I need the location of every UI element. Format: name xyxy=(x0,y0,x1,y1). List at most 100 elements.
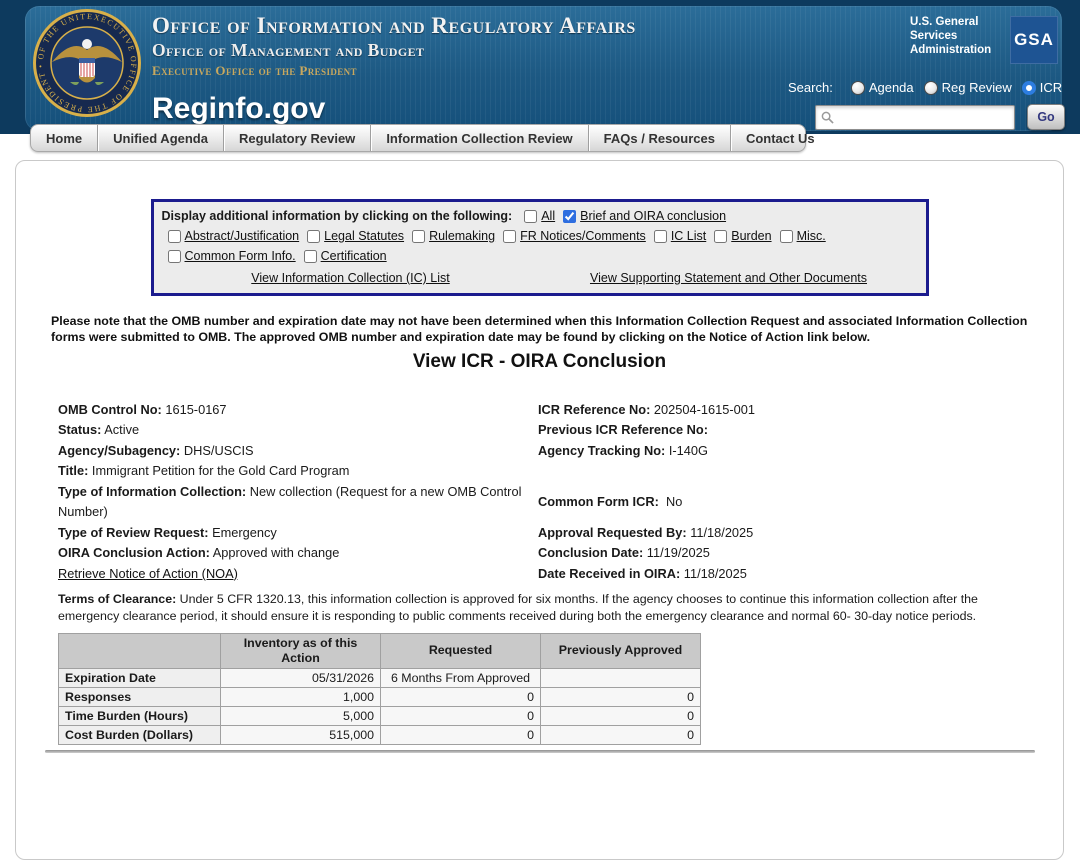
common-form-icr-value: No xyxy=(666,494,682,509)
checkbox-brief-oira-conclusion[interactable] xyxy=(563,210,576,223)
nav-item-faqs-resources[interactable]: FAQs / Resources xyxy=(588,125,730,151)
expiration-date-inventory: 05/31/2026 xyxy=(221,668,381,687)
search-radio-icr-label[interactable]: ICR xyxy=(1040,80,1062,95)
detail-row: Type of Information Collection: New coll… xyxy=(58,482,1045,523)
search-radio-reg-review-label[interactable]: Reg Review xyxy=(942,80,1012,95)
checkbox-abstract-justification-label[interactable]: Abstract/Justification xyxy=(185,226,300,246)
terms-of-clearance: Terms of Clearance: Under 5 CFR 1320.13,… xyxy=(58,591,1035,624)
type-of-review-request-value: Emergency xyxy=(212,525,277,540)
section-divider xyxy=(45,750,1035,753)
search-input[interactable] xyxy=(815,105,1015,130)
checkbox-fr-notices-comments[interactable] xyxy=(503,230,516,243)
agency-subagency-label: Agency/Subagency: xyxy=(58,443,180,458)
checkbox-fr-notices-comments-label[interactable]: FR Notices/Comments xyxy=(520,226,646,246)
search-icon xyxy=(821,111,834,124)
expiration-date-row-label: Expiration Date xyxy=(59,668,221,687)
search-scope-row: Search: Agenda Reg Review ICR xyxy=(788,80,1062,95)
icr-reference-no-value: 202504-1615-001 xyxy=(654,402,755,417)
search-radio-agenda-label[interactable]: Agenda xyxy=(869,80,914,95)
responses-row-label: Responses xyxy=(59,687,221,706)
gsa-logo[interactable]: GSA xyxy=(1010,16,1058,64)
search-radio-reg-review[interactable] xyxy=(924,81,938,95)
masthead: Office of Information and Regulatory Aff… xyxy=(152,13,636,126)
checkbox-common-form-info-label[interactable]: Common Form Info. xyxy=(185,246,296,266)
responses-previous: 0 xyxy=(541,687,701,706)
icr-details: OMB Control No: 1615-0167 ICR Reference … xyxy=(58,400,1045,585)
approval-requested-by-label: Approval Requested By: xyxy=(538,525,687,540)
nav-item-home[interactable]: Home xyxy=(31,125,97,151)
checkbox-all-label[interactable]: All xyxy=(541,206,555,226)
gsa-agency-name: U.S. General Services Administration xyxy=(910,16,1006,57)
checkbox-misc[interactable] xyxy=(780,230,793,243)
checkbox-brief-oira-conclusion-label[interactable]: Brief and OIRA conclusion xyxy=(580,206,726,226)
status-value: Active xyxy=(104,422,139,437)
checkbox-rulemaking[interactable] xyxy=(412,230,425,243)
detail-row: OMB Control No: 1615-0167 ICR Reference … xyxy=(58,400,1045,421)
nav-item-regulatory-review[interactable]: Regulatory Review xyxy=(223,125,370,151)
detail-row: OIRA Conclusion Action: Approved with ch… xyxy=(58,543,1045,564)
expiration-date-requested: 6 Months From Approved xyxy=(381,668,541,687)
office-line-3: Executive Office of the President xyxy=(152,63,636,79)
date-received-in-oira-value: 11/18/2025 xyxy=(684,566,747,581)
previous-icr-reference-no-label: Previous ICR Reference No: xyxy=(538,422,708,437)
site-logo-text[interactable]: Reginfo.gov xyxy=(152,92,636,126)
table-row: Cost Burden (Dollars) 515,000 0 0 xyxy=(59,725,701,744)
checkbox-certification-label[interactable]: Certification xyxy=(321,246,387,266)
checkbox-ic-list-label[interactable]: IC List xyxy=(671,226,706,246)
terms-of-clearance-label: Terms of Clearance: xyxy=(58,592,176,606)
table-row: Expiration Date 05/31/2026 6 Months From… xyxy=(59,668,701,687)
detail-row: Retrieve Notice of Action (NOA) Date Rec… xyxy=(58,564,1045,585)
burden-header-inventory: Inventory as of this Action xyxy=(221,634,381,669)
date-received-in-oira-label: Date Received in OIRA: xyxy=(538,566,680,581)
conclusion-date-label: Conclusion Date: xyxy=(538,545,643,560)
go-button[interactable]: Go xyxy=(1027,104,1065,130)
checkbox-common-form-info[interactable] xyxy=(168,250,181,263)
burden-header-blank xyxy=(59,634,221,669)
view-supporting-statement-link[interactable]: View Supporting Statement and Other Docu… xyxy=(590,271,867,285)
burden-table: Inventory as of this Action Requested Pr… xyxy=(58,633,701,745)
search-radio-agenda[interactable] xyxy=(851,81,865,95)
nav-bar: Home Unified Agenda Regulatory Review In… xyxy=(30,124,806,152)
page-title: View ICR - OIRA Conclusion xyxy=(16,351,1063,373)
burden-table-header-row: Inventory as of this Action Requested Pr… xyxy=(59,634,701,669)
checkbox-burden-label[interactable]: Burden xyxy=(731,226,771,246)
retrieve-noa-link[interactable]: Retrieve Notice of Action (NOA) xyxy=(58,566,238,581)
cost-burden-row-label: Cost Burden (Dollars) xyxy=(59,725,221,744)
cost-burden-inventory: 515,000 xyxy=(221,725,381,744)
view-ic-list-link[interactable]: View Information Collection (IC) List xyxy=(251,271,449,285)
burden-header-requested: Requested xyxy=(381,634,541,669)
nav-item-unified-agenda[interactable]: Unified Agenda xyxy=(97,125,223,151)
checkbox-abstract-justification[interactable] xyxy=(168,230,181,243)
checkbox-misc-label[interactable]: Misc. xyxy=(797,226,826,246)
nav-item-contact-us[interactable]: Contact Us xyxy=(730,125,830,151)
agency-subagency-value: DHS/USCIS xyxy=(184,443,254,458)
checkbox-legal-statutes-label[interactable]: Legal Statutes xyxy=(324,226,404,246)
oira-conclusion-action-label: OIRA Conclusion Action: xyxy=(58,545,210,560)
omb-control-no-value: 1615-0167 xyxy=(165,402,226,417)
expiration-date-previous xyxy=(541,668,701,687)
icr-reference-no-label: ICR Reference No: xyxy=(538,402,650,417)
cost-burden-previous: 0 xyxy=(541,725,701,744)
cost-burden-requested: 0 xyxy=(381,725,541,744)
office-line-2: Office of Management and Budget xyxy=(152,40,636,61)
search-label: Search: xyxy=(788,80,833,95)
eop-seal-icon: EXECUTIVE OFFICE OF THE PRESIDENT • OF T… xyxy=(32,8,142,118)
checkbox-certification[interactable] xyxy=(304,250,317,263)
checkbox-ic-list[interactable] xyxy=(654,230,667,243)
display-options-box: Display additional information by clicki… xyxy=(151,199,929,296)
checkbox-burden[interactable] xyxy=(714,230,727,243)
agency-tracking-no-label: Agency Tracking No: xyxy=(538,443,665,458)
status-label: Status: xyxy=(58,422,101,437)
search-radio-icr[interactable] xyxy=(1022,81,1036,95)
gsa-block: U.S. General Services Administration GSA xyxy=(910,16,1058,64)
nav-item-information-collection-review[interactable]: Information Collection Review xyxy=(370,125,587,151)
office-line-1: Office of Information and Regulatory Aff… xyxy=(152,13,636,39)
checkbox-rulemaking-label[interactable]: Rulemaking xyxy=(429,226,495,246)
omb-control-no-label: OMB Control No: xyxy=(58,402,162,417)
title-label: Title: xyxy=(58,463,88,478)
checkbox-legal-statutes[interactable] xyxy=(307,230,320,243)
detail-row: Agency/Subagency: DHS/USCIS Agency Track… xyxy=(58,441,1045,462)
checkbox-all[interactable] xyxy=(524,210,537,223)
detail-row: Status: Active Previous ICR Reference No… xyxy=(58,420,1045,441)
content-container: Display additional information by clicki… xyxy=(15,160,1064,860)
